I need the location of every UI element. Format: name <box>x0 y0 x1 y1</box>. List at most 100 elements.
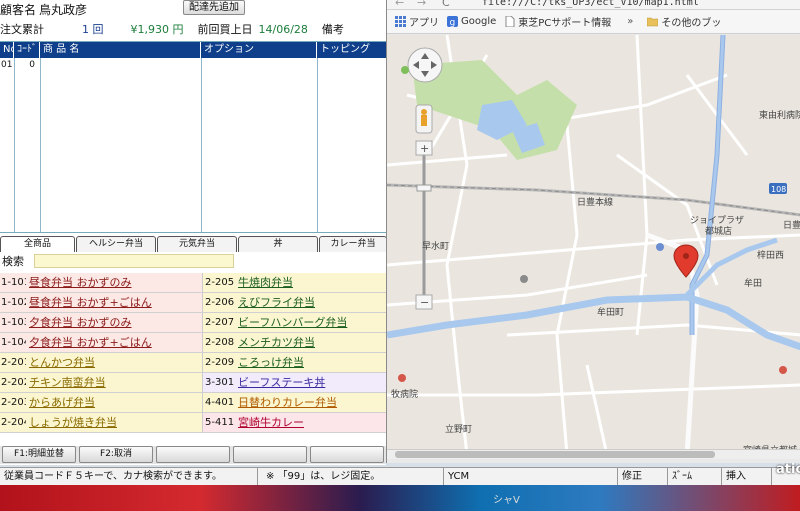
category-tabs: 全商品 ヘルシー弁当 元気弁当 丼 カレー弁当 <box>0 236 386 252</box>
tab-donburi[interactable]: 丼 <box>238 236 318 252</box>
menu-row: 1-102昼食弁当 おかず+ごはん2-206えびフライ弁当 <box>0 293 386 313</box>
menu-item-code: 5-411 <box>203 413 236 432</box>
address-bar[interactable]: ← → C file:///C:/tks_UP3/ect_V10/map1.ht… <box>387 0 800 10</box>
status-message-2: ※ 「99」は、レジ固定。 <box>258 467 444 486</box>
menu-item-code: 2-204 <box>0 413 26 432</box>
menu-item-link[interactable]: 宮崎牛カレー <box>236 413 386 432</box>
order-grid-body: 01 0 <box>0 58 386 232</box>
menu-item-link[interactable]: えびフライ弁当 <box>236 293 386 312</box>
function-key-bar: F1:明細並替 F2:取消 <box>0 446 386 464</box>
menu-item-link[interactable]: ビーフハンバーグ弁当 <box>236 313 386 332</box>
last-purchase-date: 14/06/28 <box>258 22 308 36</box>
menu-item-code: 2-201 <box>0 353 26 372</box>
bookmarks-overflow-icon[interactable]: » <box>627 16 633 27</box>
menu-item-link[interactable]: とんかつ弁当 <box>26 353 203 372</box>
table-row[interactable]: 01 0 <box>0 60 40 74</box>
menu-item-code: 3-301 <box>203 373 236 392</box>
col-no: No <box>0 42 14 58</box>
order-grid[interactable]: No ｺｰﾄﾞ 商 品 名 オプション トッピング 01 0 <box>0 41 386 233</box>
svg-text:−: − <box>420 296 429 309</box>
menu-item-link[interactable]: メンチカツ弁当 <box>236 333 386 352</box>
apps-grid-icon <box>395 16 406 27</box>
menu-item-code: 1-103 <box>0 313 26 332</box>
reload-icon[interactable]: C <box>442 0 450 9</box>
menu-row: 2-201とんかつ弁当2-209ころっけ弁当 <box>0 353 386 373</box>
order-total-label: 注文累計 <box>0 23 44 36</box>
search-label: 検索 <box>2 255 24 268</box>
horizontal-scrollbar[interactable] <box>387 449 800 459</box>
page-icon <box>505 16 515 27</box>
menu-row: 1-101昼食弁当 おかずのみ2-205牛焼肉弁当 <box>0 273 386 293</box>
bookmark-toshiba-support[interactable]: 東芝PCサポート情報 <box>504 14 611 29</box>
menu-item-link[interactable]: 昼食弁当 おかずのみ <box>26 273 203 292</box>
bookmark-apps[interactable]: アプリ <box>395 14 439 29</box>
row-no: 01 <box>1 60 13 70</box>
tab-all-items[interactable]: 全商品 <box>0 236 75 252</box>
menu-item-code: 2-202 <box>0 373 26 392</box>
f5-button[interactable] <box>310 446 384 463</box>
f1-sort-details-button[interactable]: F1:明細並替 <box>2 446 76 463</box>
menu-row: 2-203からあげ弁当4-401日替わりカレー弁当 <box>0 393 386 413</box>
menu-row: 2-202チキン南蛮弁当3-301ビーフステーキ丼 <box>0 373 386 393</box>
scrollbar-thumb[interactable] <box>395 451 715 458</box>
back-icon[interactable]: ← <box>395 0 404 9</box>
menu-row: 1-103夕食弁当 おかずのみ2-207ビーフハンバーグ弁当 <box>0 313 386 333</box>
menu-item-link[interactable]: チキン南蛮弁当 <box>26 373 203 392</box>
taskbar-label[interactable]: シャV <box>493 491 520 506</box>
f4-button[interactable] <box>233 446 307 463</box>
f2-cancel-button[interactable]: F2:取消 <box>79 446 153 463</box>
menu-item-link[interactable]: からあげ弁当 <box>26 393 203 412</box>
col-option: オプション <box>201 42 317 58</box>
status-ycm: YCM <box>444 467 618 486</box>
menu-item-code: 1-101 <box>0 273 26 292</box>
menu-item-link[interactable]: 夕食弁当 おかず+ごはん <box>26 333 203 352</box>
menu-item-link[interactable]: 夕食弁当 おかずのみ <box>26 313 203 332</box>
pan-control-icon[interactable] <box>407 47 443 83</box>
bookmark-label: その他のブッ <box>661 18 722 29</box>
search-input[interactable] <box>34 254 234 268</box>
pos-window: 顧客名 鳥丸政彦 配達先追加 注文累計 1 回 ¥1,930 円 前回買上日 1… <box>0 0 386 465</box>
bookmark-label: Google <box>461 16 497 27</box>
browser-window: ← → C file:///C:/tks_UP3/ect_V10/map1.ht… <box>386 0 800 463</box>
order-amount: ¥1,930 円 <box>130 23 184 36</box>
map-view[interactable]: 108 + − 日豊本線 ジョイプラザ 都城店 東由利病院 早水町 牟田町 梓田… <box>387 35 800 455</box>
col-topping: トッピング <box>320 44 370 55</box>
menu-item-code: 2-205 <box>203 273 236 292</box>
col-code: ｺｰﾄﾞ <box>14 42 40 58</box>
menu-item-code: 4-401 <box>203 393 236 412</box>
tab-healthy-bento[interactable]: ヘルシー弁当 <box>76 236 156 252</box>
notes-label: 備考 <box>321 23 344 36</box>
map-label-maki-hospital: 牧病院 <box>391 390 419 400</box>
menu-item-link[interactable]: 牛焼肉弁当 <box>236 273 386 292</box>
menu-item-link[interactable]: 日替わりカレー弁当 <box>236 393 386 412</box>
row-code: 0 <box>29 60 35 70</box>
map-label-tateno: 立野町 <box>445 425 473 435</box>
bookmark-other[interactable]: その他のブッ <box>647 14 721 29</box>
map-label-kajita-west: 梓田西 <box>757 251 785 261</box>
menu-item-code: 1-104 <box>0 333 26 352</box>
bookmarks-bar: アプリ g Google 東芝PCサポート情報 » その他のブッ <box>387 10 800 34</box>
map-label-muta-town: 牟田町 <box>597 308 625 318</box>
add-delivery-button[interactable]: 配達先追加 <box>183 0 245 15</box>
bookmark-google[interactable]: g Google <box>447 16 496 27</box>
tab-genki-bento[interactable]: 元気弁当 <box>157 236 237 252</box>
menu-list: 1-101昼食弁当 おかずのみ2-205牛焼肉弁当1-102昼食弁当 おかず+ご… <box>0 273 386 433</box>
tab-curry-bento[interactable]: カレー弁当 <box>319 236 386 252</box>
menu-item-link[interactable]: しょうが焼き弁当 <box>26 413 203 432</box>
map-label-nippo-line: 日豊本線 <box>577 198 614 208</box>
street-view-pegman-icon[interactable] <box>415 104 433 134</box>
status-mode: 修正 <box>618 467 668 486</box>
svg-text:g: g <box>450 18 456 27</box>
bookmark-label: 東芝PCサポート情報 <box>518 18 612 29</box>
col-product-name: 商 品 名 <box>40 42 201 58</box>
menu-item-link[interactable]: 昼食弁当 おかず+ごはん <box>26 293 203 312</box>
forward-icon[interactable]: → <box>417 0 426 9</box>
svg-text:+: + <box>420 142 429 155</box>
url-text[interactable]: file:///C:/tks_UP3/ect_V10/map1.html <box>482 0 699 8</box>
bookmark-label: アプリ <box>409 18 439 29</box>
menu-item-link[interactable]: ビーフステーキ丼 <box>236 373 386 392</box>
f3-button[interactable] <box>156 446 230 463</box>
menu-item-link[interactable]: ころっけ弁当 <box>236 353 386 372</box>
status-bar: 従業員コードＦ５キーで、カナ検索ができます。 ※ 「99」は、レジ固定。 YCM… <box>0 467 800 486</box>
status-zoom: ｽﾞｰﾑ <box>668 467 722 486</box>
